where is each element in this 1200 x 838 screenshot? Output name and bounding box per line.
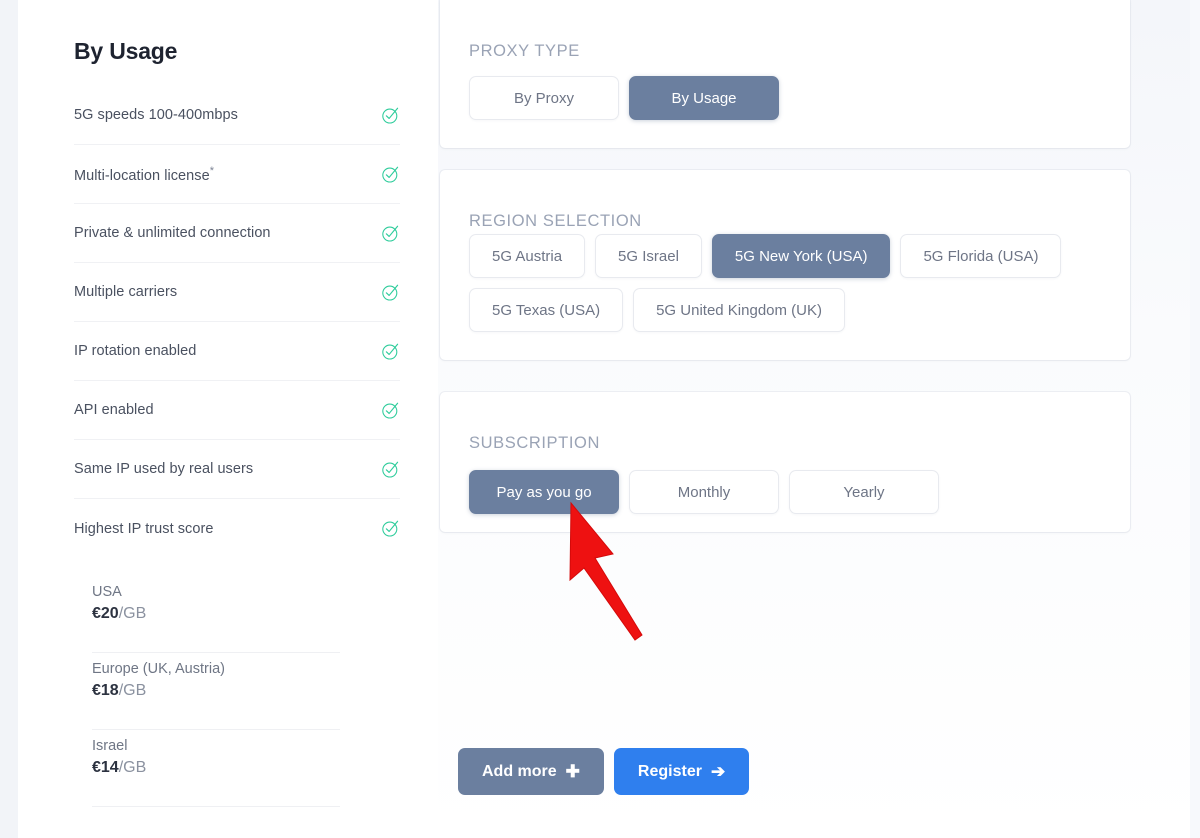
price-amount: €14/GB (92, 759, 340, 777)
check-circle-icon (382, 166, 399, 183)
check-circle-icon (382, 520, 399, 537)
feature-label: Multi-location license* (74, 164, 215, 184)
arrow-right-icon: ➔ (710, 762, 726, 781)
region-option-5g-florida-usa[interactable]: 5G Florida (USA) (900, 234, 1062, 278)
register-button[interactable]: Register ➔ (613, 748, 750, 795)
feature-row: Highest IP trust score (74, 499, 400, 558)
proxy-type-card: PROXY TYPE By Proxy By Usage (440, 0, 1130, 148)
feature-row: Private & unlimited connection (74, 204, 400, 263)
region-selection-card: REGION SELECTION 5G Austria 5G Israel 5G N… (440, 170, 1130, 360)
price-unit: /GB (118, 759, 147, 776)
plan-configurator-page: By Usage 5G speeds 100-400mbps Multi-loca… (0, 0, 1200, 838)
feature-included-icon (381, 224, 400, 243)
region-option-5g-israel[interactable]: 5G Israel (595, 234, 702, 278)
plus-icon: ✚ (565, 762, 580, 781)
add-more-button[interactable]: Add more ✚ (458, 748, 604, 795)
check-circle-icon (382, 461, 399, 478)
feature-row: IP rotation enabled (74, 322, 400, 381)
price-amount: €18/GB (92, 682, 340, 700)
feature-label: Same IP used by real users (74, 461, 254, 477)
add-more-label: Add more (482, 762, 557, 780)
feature-included-icon (381, 106, 400, 125)
subscription-option-pay-as-you-go[interactable]: Pay as you go (469, 470, 619, 514)
price-value: €20 (92, 605, 119, 622)
price-amount: €20/GB (92, 605, 340, 623)
feature-label: IP rotation enabled (74, 343, 197, 359)
register-label: Register (637, 762, 702, 780)
region-option-5g-texas-usa[interactable]: 5G Texas (USA) (469, 288, 624, 332)
region-option-5g-united-kingdom-uk[interactable]: 5G United Kingdom (UK) (633, 288, 845, 332)
price-unit: /GB (118, 682, 147, 699)
subscription-label: SUBSCRIPTION (469, 434, 600, 452)
feature-included-icon (381, 342, 400, 361)
action-button-row: Add more ✚ Register ➔ (458, 748, 750, 795)
feature-label: API enabled (74, 402, 154, 418)
feature-included-icon (381, 165, 400, 184)
feature-footnote-marker: * (209, 164, 215, 177)
subscription-card: SUBSCRIPTION Pay as you go Monthly Yearly (440, 392, 1130, 532)
price-value: €14 (92, 759, 119, 776)
proxy-type-option-by-proxy[interactable]: By Proxy (469, 76, 619, 120)
feature-row: Same IP used by real users (74, 440, 400, 499)
page-title: By Usage (74, 38, 178, 64)
page-gutter-right (1190, 0, 1200, 838)
feature-row: Multiple carriers (74, 263, 400, 322)
feature-label: 5G speeds 100-400mbps (74, 107, 238, 123)
check-circle-icon (382, 343, 399, 360)
feature-label: Highest IP trust score (74, 520, 214, 537)
price-region-label: Europe (UK, Austria) (92, 661, 225, 677)
proxy-type-options: By Proxy By Usage (469, 76, 779, 120)
check-circle-icon (382, 107, 399, 124)
feature-label: Private & unlimited connection (74, 225, 271, 241)
region-option-5g-new-york-usa[interactable]: 5G New York (USA) (711, 234, 891, 278)
feature-row: Multi-location license* (74, 145, 400, 204)
subscription-options: Pay as you go Monthly Yearly (469, 470, 939, 514)
price-list: USA €20/GB Europe (UK, Austria) €18/GB Israe… (92, 576, 340, 807)
feature-included-icon (381, 401, 400, 420)
feature-row: 5G speeds 100-400mbps (74, 86, 400, 145)
feature-row: API enabled (74, 381, 400, 440)
check-circle-icon (382, 402, 399, 419)
proxy-type-label: PROXY TYPE (469, 42, 580, 60)
region-option-5g-austria[interactable]: 5G Austria (469, 234, 586, 278)
subscription-option-monthly[interactable]: Monthly (629, 470, 779, 514)
price-region-label: USA (92, 584, 122, 600)
price-unit: /GB (118, 605, 147, 622)
plan-summary-panel: By Usage 5G speeds 100-400mbps Multi-loca… (18, 0, 438, 838)
feature-label: Multiple carriers (74, 284, 178, 300)
region-selection-options: 5G Austria 5G Israel 5G New York (USA) 5G F… (469, 234, 1089, 332)
proxy-type-option-by-usage[interactable]: By Usage (629, 76, 779, 120)
page-gutter-left (0, 0, 18, 838)
configuration-column: PROXY TYPE By Proxy By Usage REGION SELEC… (438, 0, 1190, 838)
region-selection-label: REGION SELECTION (469, 212, 642, 230)
feature-list: 5G speeds 100-400mbps Multi-location lice… (74, 86, 400, 558)
check-circle-icon (382, 284, 399, 301)
price-row: Europe (UK, Austria) €18/GB (92, 653, 340, 730)
price-value: €18 (92, 682, 119, 699)
check-circle-icon (382, 225, 399, 242)
price-row: USA €20/GB (92, 576, 340, 653)
feature-included-icon (381, 283, 400, 302)
price-row: Israel €14/GB (92, 730, 340, 807)
price-region-label: Israel (92, 738, 128, 754)
feature-included-icon (381, 519, 400, 538)
feature-included-icon (381, 460, 400, 479)
subscription-option-yearly[interactable]: Yearly (789, 470, 939, 514)
